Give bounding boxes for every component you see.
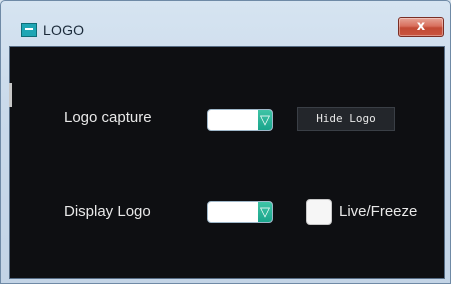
logo-dialog-window: LOGO x Logo capture ▽ Hide Logo Display … — [0, 0, 451, 284]
edge-artifact — [9, 83, 12, 107]
live-freeze-checkbox[interactable] — [306, 199, 332, 225]
close-button[interactable]: x — [398, 17, 444, 37]
triangle-down-icon[interactable]: ▽ — [258, 110, 272, 130]
dialog-client-area — [9, 46, 445, 279]
display-logo-label: Display Logo — [64, 203, 151, 220]
hide-logo-button[interactable]: Hide Logo — [297, 107, 395, 131]
window-title: LOGO — [43, 22, 85, 38]
logo-capture-label: Logo capture — [64, 109, 152, 126]
close-icon: x — [416, 19, 426, 34]
live-freeze-label: Live/Freeze — [339, 203, 418, 220]
display-logo-dropdown[interactable]: ▽ — [207, 201, 273, 223]
title-bar[interactable]: LOGO x — [1, 1, 450, 41]
logo-capture-dropdown[interactable]: ▽ — [207, 109, 273, 131]
app-logo-icon — [21, 23, 37, 37]
triangle-down-icon[interactable]: ▽ — [258, 202, 272, 222]
